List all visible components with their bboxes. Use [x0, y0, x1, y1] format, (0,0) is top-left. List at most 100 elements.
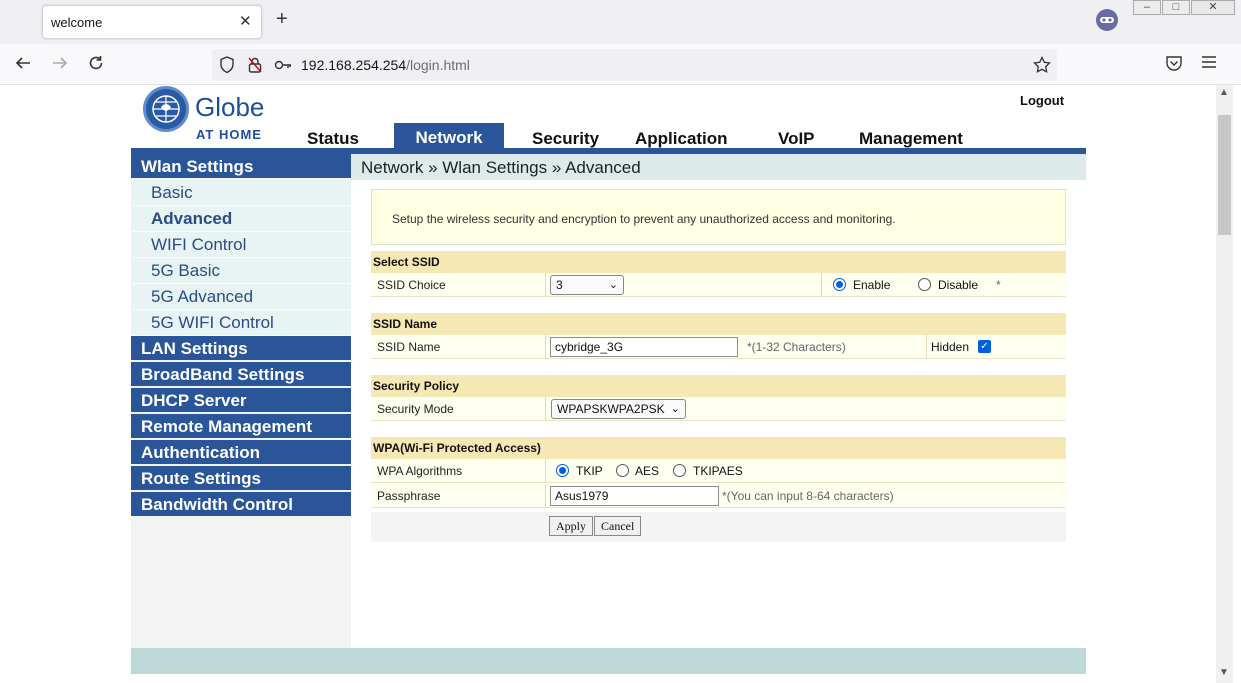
- forward-icon[interactable]: [51, 54, 69, 76]
- tkipaes-label: TKIPAES: [693, 464, 743, 478]
- url-bar[interactable]: 192.168.254.254/login.html: [212, 49, 1057, 81]
- column-divider: [545, 273, 546, 297]
- lock-icon[interactable]: [247, 56, 263, 79]
- topnav-status[interactable]: Status: [307, 129, 359, 149]
- sidebar-item-5g-wifi-control[interactable]: 5G WIFI Control: [131, 310, 351, 336]
- logout-link[interactable]: Logout: [1020, 93, 1064, 108]
- globe-logo-icon: [143, 86, 189, 132]
- sidebar-broadband-settings[interactable]: BroadBand Settings: [131, 362, 351, 386]
- scroll-down-icon[interactable]: ▼: [1219, 667, 1229, 678]
- sidebar-item-5g-advanced[interactable]: 5G Advanced: [131, 284, 351, 310]
- security-mode-value: WPAPSKWPA2PSK: [557, 402, 665, 416]
- aes-label: AES: [635, 464, 660, 478]
- ssid-choice-select[interactable]: 3 ⌄: [550, 275, 624, 295]
- router-page: ▲ ▼ Globe AT HOME Logout Status Network …: [0, 85, 1241, 683]
- section-select-ssid: Select SSID: [371, 251, 1066, 273]
- scroll-thumb[interactable]: [1218, 115, 1231, 235]
- key-icon[interactable]: [274, 57, 292, 78]
- row-security-mode: Security Mode WPAPSKWPA2PSK ⌄: [371, 397, 1066, 421]
- sidebar-authentication[interactable]: Authentication: [131, 440, 351, 464]
- sidebar-lan-settings[interactable]: LAN Settings: [131, 336, 351, 360]
- ssid-name-label: SSID Name: [377, 340, 441, 354]
- row-passphrase: Passphrase Asus1979 *(You can input 8-64…: [371, 484, 1066, 508]
- navigation-toolbar: 192.168.254.254/login.html: [0, 44, 1241, 85]
- ssid-choice-label: SSID Choice: [377, 278, 446, 292]
- breadcrumb-bar: Network » Wlan Settings » Advanced: [351, 154, 1086, 180]
- wpa-algorithms-label: WPA Algorithms: [377, 464, 463, 478]
- info-text: Setup the wireless security and encrypti…: [392, 212, 896, 226]
- ssid-name-input[interactable]: cybridge_3G: [550, 337, 738, 357]
- vertical-scrollbar[interactable]: ▲ ▼: [1216, 85, 1233, 683]
- new-tab-icon[interactable]: +: [276, 9, 288, 29]
- info-box: Setup the wireless security and encrypti…: [371, 189, 1066, 245]
- passphrase-input[interactable]: Asus1979: [550, 486, 719, 506]
- sidebar-bandwidth-control[interactable]: Bandwidth Control: [131, 492, 351, 516]
- sidebar-wlan-settings[interactable]: Wlan Settings: [131, 154, 351, 178]
- minimize-button[interactable]: –: [1133, 0, 1161, 15]
- extension-icon[interactable]: [1096, 9, 1118, 31]
- section-wpa: WPA(Wi-Fi Protected Access): [371, 437, 1066, 459]
- ssid-disable-radio[interactable]: [918, 278, 931, 291]
- menu-icon[interactable]: [1201, 54, 1217, 74]
- sidebar-item-basic[interactable]: Basic: [131, 180, 351, 206]
- section-ssid-name: SSID Name: [371, 313, 1066, 335]
- topnav-network[interactable]: Network: [394, 123, 504, 151]
- sidebar-item-wifi-control[interactable]: WIFI Control: [131, 232, 351, 258]
- shield-icon[interactable]: [219, 56, 235, 79]
- breadcrumb: Network » Wlan Settings » Advanced: [361, 158, 641, 177]
- sidebar-dhcp-server[interactable]: DHCP Server: [131, 388, 351, 412]
- column-divider: [926, 335, 927, 359]
- reload-icon[interactable]: [87, 54, 105, 76]
- ssid-enable-label: Enable: [853, 278, 891, 292]
- column-divider: [545, 484, 546, 508]
- tab-title: welcome: [51, 15, 103, 30]
- chevron-down-icon: ⌄: [608, 279, 618, 291]
- apply-button[interactable]: Apply: [549, 516, 593, 536]
- url-host: 192.168.254.254: [301, 57, 407, 73]
- ssid-choice-value: 3: [556, 278, 563, 292]
- section-security-policy: Security Policy: [371, 375, 1066, 397]
- row-wpa-algorithms: WPA Algorithms TKIP AES TKIPAES: [371, 459, 1066, 483]
- cancel-button[interactable]: Cancel: [594, 516, 642, 536]
- security-mode-select[interactable]: WPAPSKWPA2PSK ⌄: [551, 399, 686, 419]
- sidebar-remote-management[interactable]: Remote Management: [131, 414, 351, 438]
- topnav-management[interactable]: Management: [859, 129, 963, 149]
- passphrase-label: Passphrase: [377, 489, 441, 503]
- scroll-up-icon[interactable]: ▲: [1219, 87, 1229, 98]
- pocket-icon[interactable]: [1165, 54, 1183, 76]
- topnav-security[interactable]: Security: [532, 129, 599, 149]
- tkip-radio[interactable]: [556, 464, 569, 477]
- ssid-name-hint: *(1-32 Characters): [747, 340, 846, 354]
- ssid-enable-radio[interactable]: [833, 278, 846, 291]
- column-divider: [545, 459, 546, 483]
- browser-tab[interactable]: welcome ✕: [42, 5, 262, 39]
- tab-bar: welcome ✕ + – □ ✕: [0, 0, 1241, 44]
- hidden-label: Hidden: [931, 340, 970, 354]
- tkipaes-radio[interactable]: [673, 464, 686, 477]
- topnav-voip[interactable]: VoIP: [778, 129, 815, 149]
- hidden-checkbox[interactable]: ✓: [978, 340, 991, 353]
- column-divider: [821, 273, 822, 297]
- maximize-button[interactable]: □: [1162, 0, 1190, 15]
- aes-radio[interactable]: [616, 464, 629, 477]
- sidebar-item-advanced[interactable]: Advanced: [131, 206, 351, 232]
- bookmark-star-icon[interactable]: [1033, 55, 1051, 79]
- security-mode-label: Security Mode: [377, 402, 454, 416]
- logo-subtext: AT HOME: [196, 127, 262, 142]
- back-icon[interactable]: [14, 54, 32, 76]
- logo-text: Globe: [195, 92, 265, 122]
- required-asterisk: *: [996, 278, 1001, 292]
- row-ssid-choice: SSID Choice 3 ⌄ Enable Disable *: [371, 273, 1066, 297]
- page-footer: [131, 648, 1086, 674]
- chevron-down-icon: ⌄: [670, 403, 680, 415]
- url-path: /login.html: [406, 57, 470, 73]
- sidebar-item-5g-basic[interactable]: 5G Basic: [131, 258, 351, 284]
- topnav-application[interactable]: Application: [635, 129, 728, 149]
- close-window-button[interactable]: ✕: [1191, 0, 1235, 15]
- passphrase-hint: *(You can input 8-64 characters): [722, 489, 894, 503]
- close-tab-icon[interactable]: ✕: [239, 12, 252, 30]
- ssid-disable-label: Disable: [938, 278, 979, 292]
- sidebar-route-settings[interactable]: Route Settings: [131, 466, 351, 490]
- url-text[interactable]: 192.168.254.254/login.html: [301, 57, 470, 73]
- row-ssid-name: SSID Name cybridge_3G *(1-32 Characters)…: [371, 335, 1066, 359]
